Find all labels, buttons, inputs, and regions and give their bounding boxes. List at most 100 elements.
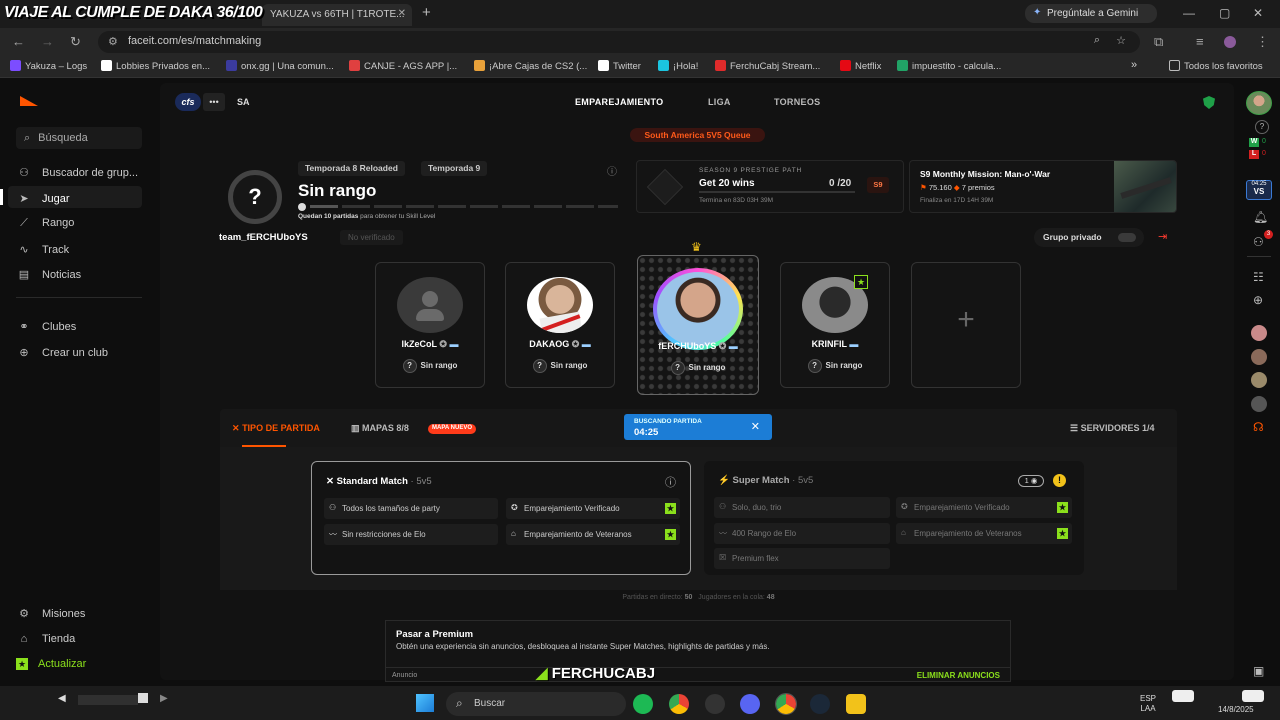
chrome-icon[interactable] (669, 694, 689, 714)
tray-icon[interactable] (1172, 690, 1194, 702)
reload-icon[interactable]: ↻ (70, 34, 81, 50)
headset-icon[interactable]: ☊ (1253, 420, 1264, 434)
info-icon[interactable]: ⓘ (607, 163, 617, 178)
private-group-toggle[interactable]: Grupo privado (1034, 228, 1144, 247)
close-tab-icon[interactable]: ✕ (398, 8, 406, 19)
language-indicator[interactable]: ESP LAA (1140, 694, 1156, 714)
tab-maps[interactable]: ▥ MAPAS 8/8 (351, 423, 409, 434)
season-tag-9[interactable]: Temporada 9 (421, 161, 488, 176)
warning-icon[interactable]: ! (1053, 474, 1066, 487)
super-match-card[interactable]: ⚡ Super Match · 5v5 1 ◉ ! ⚇ Solo, duo, tr… (704, 461, 1084, 575)
player-card-leader[interactable]: fERCHUboYS ✪ ▬ ? Sin rango (637, 255, 759, 395)
close-window-icon[interactable]: ✕ (1253, 6, 1263, 20)
prestige-card[interactable]: SEASON 9 PRESTIGE PATH Get 20 wins 0 /20… (636, 160, 904, 213)
sidebar-item-upgrade[interactable]: ★ Actualizar (16, 658, 86, 670)
sidebar-item-play[interactable]: ➤ Jugar (16, 192, 69, 205)
spotify-icon[interactable] (633, 694, 653, 714)
media-stop-icon[interactable] (138, 693, 148, 703)
forward-icon[interactable]: → (41, 34, 54, 49)
chrome-active-icon[interactable] (775, 693, 797, 715)
notification-icon[interactable] (1242, 690, 1264, 702)
zoom-icon[interactable]: ⌕ (1094, 34, 1100, 47)
cancel-search-icon[interactable]: ✕ (751, 420, 760, 433)
verify-badge[interactable]: No verificado (340, 230, 403, 245)
bookmark-cajas[interactable]: ¡Abre Cajas de CS2 (... (474, 60, 587, 72)
discord-icon[interactable] (740, 694, 760, 714)
sidebar-item-create-club[interactable]: ⊕ Crear un club (16, 346, 108, 359)
standard-match-card[interactable]: ✕ Standard Match · 5v5 ⓘ ⚇ Todos los tama… (311, 461, 691, 575)
windows-start-icon[interactable] (416, 694, 434, 712)
minimize-icon[interactable]: — (1183, 6, 1195, 20)
friend-avatar[interactable] (1251, 372, 1267, 388)
obs-icon[interactable] (705, 694, 725, 714)
leave-party-icon[interactable]: ⇥ (1158, 230, 1167, 243)
gemini-button[interactable]: ✦ Pregúntale a Gemini (1025, 4, 1157, 23)
tab-yakuza[interactable]: YAKUZA vs 66TH | T1ROTE... ✕ (262, 4, 412, 26)
tab-league[interactable]: LIGA (708, 97, 731, 107)
chat-icon[interactable]: ▣ (1253, 664, 1264, 678)
maximize-icon[interactable]: ▢ (1219, 6, 1230, 20)
steam-icon[interactable] (810, 694, 830, 714)
premium-banner[interactable]: Pasar a Premium Obtén una experiencia si… (385, 620, 1011, 682)
bookmark-yakuza[interactable]: Yakuza – Logs (10, 60, 87, 72)
user-avatar[interactable] (1246, 91, 1272, 115)
bookmark-lobbies[interactable]: Lobbies Privados en... (101, 60, 210, 72)
bookmark-hola[interactable]: ¡Hola! (658, 60, 698, 72)
add-friend-icon[interactable]: ⊕ (1253, 293, 1263, 307)
sidebar-item-news[interactable]: ▤ Noticias (16, 268, 81, 281)
media-icon[interactable]: ≡ (1196, 34, 1204, 49)
tab-matchmaking[interactable]: EMPAREJAMIENTO (575, 97, 663, 107)
bookmark-star-icon[interactable]: ☆ (1116, 34, 1126, 47)
bookmark-onx[interactable]: onx.gg | Una comun... (226, 60, 334, 72)
more-bookmarks-icon[interactable]: » (1131, 59, 1137, 71)
all-bookmarks[interactable]: Todos los favoritos (1169, 60, 1263, 72)
invite-slot[interactable]: + (911, 262, 1021, 388)
extensions-icon[interactable]: ⧉ (1154, 34, 1163, 50)
info-icon[interactable]: ⓘ (665, 474, 676, 490)
sidebar-item-party-finder[interactable]: ⚇ Buscador de grup... (16, 166, 138, 179)
site-info-icon[interactable]: ⚙ (108, 35, 118, 48)
friends-icon[interactable]: ⚇ (1253, 235, 1264, 249)
party-list-icon[interactable]: ☷ (1253, 270, 1264, 284)
toggle-switch[interactable] (1118, 233, 1136, 242)
friend-avatar[interactable] (1251, 396, 1267, 412)
sidebar-search[interactable]: ⌕ Búsqueda (16, 127, 142, 149)
sidebar-item-missions[interactable]: ⚙ Misiones (16, 607, 85, 620)
bookmark-impuestito[interactable]: impuestito - calcula... (897, 60, 1001, 72)
bookmark-canje[interactable]: CANJE - AGS APP |... (349, 60, 457, 72)
profile-avatar[interactable] (1224, 36, 1236, 48)
player-card[interactable]: ★ KRINFIL ▬ ? Sin rango (780, 262, 890, 388)
mission-card[interactable]: S9 Monthly Mission: Man-o'-War ⚑ 75.160 … (909, 160, 1177, 213)
menu-icon[interactable]: ⋮ (1256, 34, 1269, 50)
address-bar[interactable]: ⚙ faceit.com/es/matchmaking ⌕ ☆ (98, 31, 1140, 53)
sidebar-item-clubs[interactable]: ⚭ Clubes (16, 320, 76, 333)
remove-ads-button[interactable]: ELIMINAR ANUNCIOS (917, 671, 1000, 680)
vs-match-button[interactable]: 04:25 VS (1246, 180, 1272, 200)
season-tag-8[interactable]: Temporada 8 Reloaded (298, 161, 405, 176)
bookmark-twitter[interactable]: Twitter (598, 60, 641, 72)
friend-avatar[interactable] (1251, 325, 1267, 341)
bookmark-ferchu[interactable]: FerchuCabj Stream... (715, 60, 820, 72)
sidebar-item-track[interactable]: ∿ Track (16, 243, 69, 256)
sidebar-item-store[interactable]: ⌂ Tienda (16, 633, 76, 645)
tab-tournaments[interactable]: TORNEOS (774, 97, 820, 107)
region-label[interactable]: SA (237, 97, 250, 107)
bookmark-netflix[interactable]: Netflix (840, 60, 881, 72)
back-icon[interactable]: ← (12, 34, 25, 49)
sidebar-item-rank[interactable]: ⟋ Rango (16, 217, 74, 230)
bell-icon[interactable]: 🔔︎ (1253, 210, 1268, 224)
player-card[interactable]: lkZeCoL ✪ ▬ ? Sin rango (375, 262, 485, 388)
tab-match-type[interactable]: ✕ TIPO DE PARTIDA (232, 423, 320, 434)
more-options-button[interactable]: ••• (203, 93, 225, 111)
media-prev-icon[interactable]: ◀ (58, 693, 66, 704)
new-tab-button[interactable]: + (422, 4, 431, 21)
player-card[interactable]: DAKAOG ✪ ▬ ? Sin rango (505, 262, 615, 388)
media-next-icon[interactable]: ▶ (160, 693, 168, 704)
searching-match-panel[interactable]: BUSCANDO PARTIDA 04:25 ✕ (624, 414, 772, 440)
app-icon[interactable] (846, 694, 866, 714)
friend-avatar[interactable] (1251, 349, 1267, 365)
servers-button[interactable]: ☰ SERVIDORES 1/4 (1070, 423, 1154, 434)
team-tag-badge[interactable]: cfs (175, 93, 201, 111)
taskbar-search[interactable]: ⌕ Buscar (446, 692, 626, 716)
faceit-logo[interactable] (20, 96, 38, 106)
